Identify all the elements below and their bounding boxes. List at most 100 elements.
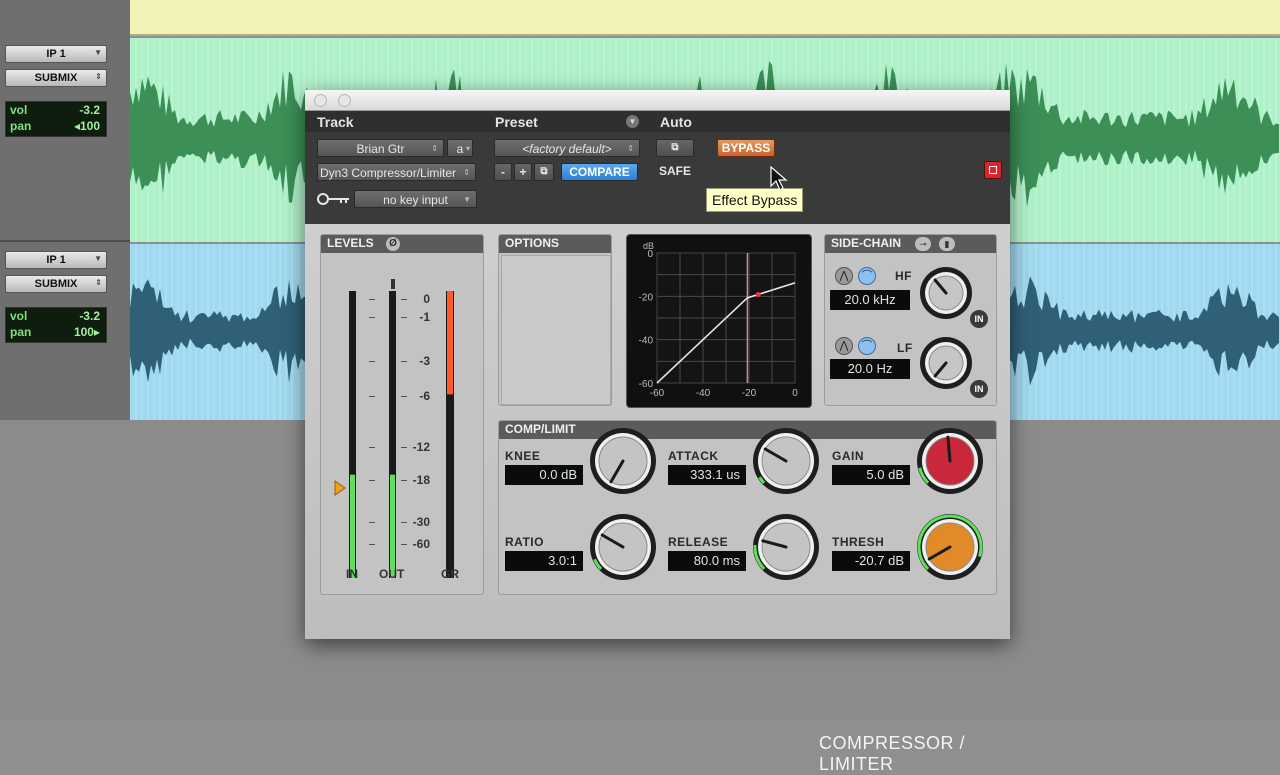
levels-scale-tick [369,361,375,362]
sidechain-listen-icon[interactable]: ▮ [939,237,955,251]
levels-scale-tick [401,396,407,397]
release-knob[interactable] [750,511,822,583]
clip-indicator [391,279,395,289]
plugin-titlebar[interactable] [305,90,1010,111]
next-preset-button[interactable]: + [514,163,532,181]
chevron-down-icon: ▾ [465,144,470,153]
attack-knob[interactable] [750,425,822,497]
chevron-updown-icon: ⇕ [95,278,102,287]
attack-readout[interactable]: 333.1 us [668,465,746,485]
track-1-output-selector[interactable]: SUBMIX ⇕ [5,69,107,87]
track-1-input-selector[interactable]: IP 1 ▼ [5,45,107,63]
in-meter-label: IN [346,567,358,581]
plugin-instance-icon[interactable] [984,161,1002,179]
copy-settings-button[interactable]: ⧉ [534,163,554,181]
pan-value: ◂100 [73,119,100,133]
release-readout[interactable]: 80.0 ms [668,551,746,571]
threshold-marker-icon[interactable] [333,480,347,501]
track-2-pan[interactable]: pan 100▸ [6,324,106,340]
channel-name: a [456,142,464,156]
hf-filter-type-icon[interactable]: ⋀ [835,267,853,285]
channel-selector[interactable]: a ▾ [447,139,473,157]
lf-filter-shape-icon[interactable]: ⌒ [858,337,876,355]
compare-button[interactable]: COMPARE [561,163,638,181]
levels-scale-tick [401,317,407,318]
lf-in-label: IN [974,384,984,394]
track-1-volume[interactable]: vol -3.2 [6,102,106,118]
thresh-readout[interactable]: -20.7 dB [832,551,910,571]
gain-knob[interactable] [914,425,986,497]
chevron-down-icon: ▼ [463,195,471,204]
bypass-tooltip: Effect Bypass [706,188,804,212]
close-icon[interactable] [314,94,327,107]
safe-button[interactable]: SAFE [656,163,694,181]
hf-readout[interactable]: 20.0 kHz [830,290,910,310]
options-panel [501,255,611,405]
thresh-label: THRESH [832,535,885,549]
key-input-selector[interactable]: no key input ▼ [354,190,477,208]
track-1-pan[interactable]: pan ◂100 [6,118,106,134]
options-section: OPTIONS [498,234,612,406]
preset-name: <factory default> [522,142,612,156]
graph-y-tick-label: 0 [647,249,653,260]
hf-filter-shape-icon[interactable]: ⌒ [858,267,876,285]
ratio-readout[interactable]: 3.0:1 [505,551,583,571]
levels-scale-tick [369,447,375,448]
levels-scale-tick [401,447,407,448]
copy-icon: ⧉ [540,166,548,177]
in-meter-fill [350,474,355,578]
chevron-down-icon: ▼ [94,254,102,263]
plugin-selector[interactable]: Dyn3 Compressor/Limiter ⇕ [317,163,476,181]
gain-label: GAIN [832,449,864,463]
phase-invert-icon[interactable]: Ø [386,237,400,251]
levels-section: LEVELS Ø 0 -1 -3 -6 -12 -18 -30 -60 IN OUT GR [320,234,484,595]
levels-title: LEVELS [327,236,374,250]
minimize-icon[interactable] [338,94,351,107]
automation-icon: ⧉ [671,142,679,153]
hf-enable-button[interactable]: IN [970,310,988,328]
hf-knob[interactable] [917,263,975,323]
attack-label: ATTACK [668,449,719,463]
levels-scale-tick [369,299,375,300]
track-selector[interactable]: Brian Gtr ⇕ [317,139,444,157]
preset-selector[interactable]: <factory default> ⇕ [494,139,640,157]
lf-readout[interactable]: 20.0 Hz [830,359,910,379]
ratio-knob[interactable] [587,511,659,583]
track-1-mix-box: vol -3.2 pan ◂100 [5,101,107,137]
knee-readout[interactable]: 0.0 dB [505,465,583,485]
graph-x-tick-label: -60 [650,388,665,399]
track-2-mix-box: vol -3.2 pan 100▸ [5,307,107,343]
preset-menu-icon[interactable]: ▼ [626,115,639,128]
levels-scale-tick-label: -18 [412,473,430,487]
levels-scale-tick [401,480,407,481]
lf-knob[interactable] [917,333,975,393]
lf-enable-button[interactable]: IN [970,380,988,398]
thresh-knob[interactable] [914,511,986,583]
track-headers-panel: IP 1 ▼ SUBMIX ⇕ vol -3.2 pan ◂100 IP 1 ▼ SUBM… [0,0,130,720]
vol-label: vol [10,309,28,323]
minus-label: - [501,165,505,179]
chevron-updown-icon: ⇕ [95,72,102,81]
track-2-output-selector[interactable]: SUBMIX ⇕ [5,275,107,293]
levels-scale-tick [401,522,407,523]
key-listen-icon[interactable]: ⊸ [915,237,931,251]
track-2-volume[interactable]: vol -3.2 [6,308,106,324]
knee-knob[interactable] [587,425,659,497]
safe-label: SAFE [658,164,691,178]
previous-preset-button[interactable]: - [494,163,512,181]
levels-scale-tick [369,480,375,481]
gr-meter-fill [447,291,453,395]
bypass-button[interactable]: BYPASS [717,139,775,157]
automation-button[interactable]: ⧉ [656,139,694,157]
chevron-down-icon: ▼ [94,48,102,57]
track-2-input-selector[interactable]: IP 1 ▼ [5,251,107,269]
levels-scale-tick-label: -60 [412,537,430,551]
knee-label: KNEE [505,449,541,463]
timeline-ruler[interactable] [130,0,1280,36]
plugin-header: Track Preset ▼ Auto Brian Gtr ⇕ a ▾ Dyn3 C… [305,111,1010,224]
track-2-input-label: IP 1 [46,254,66,266]
out-meter-fill [390,474,395,578]
lf-filter-type-icon[interactable]: ⋀ [835,337,853,355]
key-icon [317,191,351,207]
gain-readout[interactable]: 5.0 dB [832,465,910,485]
